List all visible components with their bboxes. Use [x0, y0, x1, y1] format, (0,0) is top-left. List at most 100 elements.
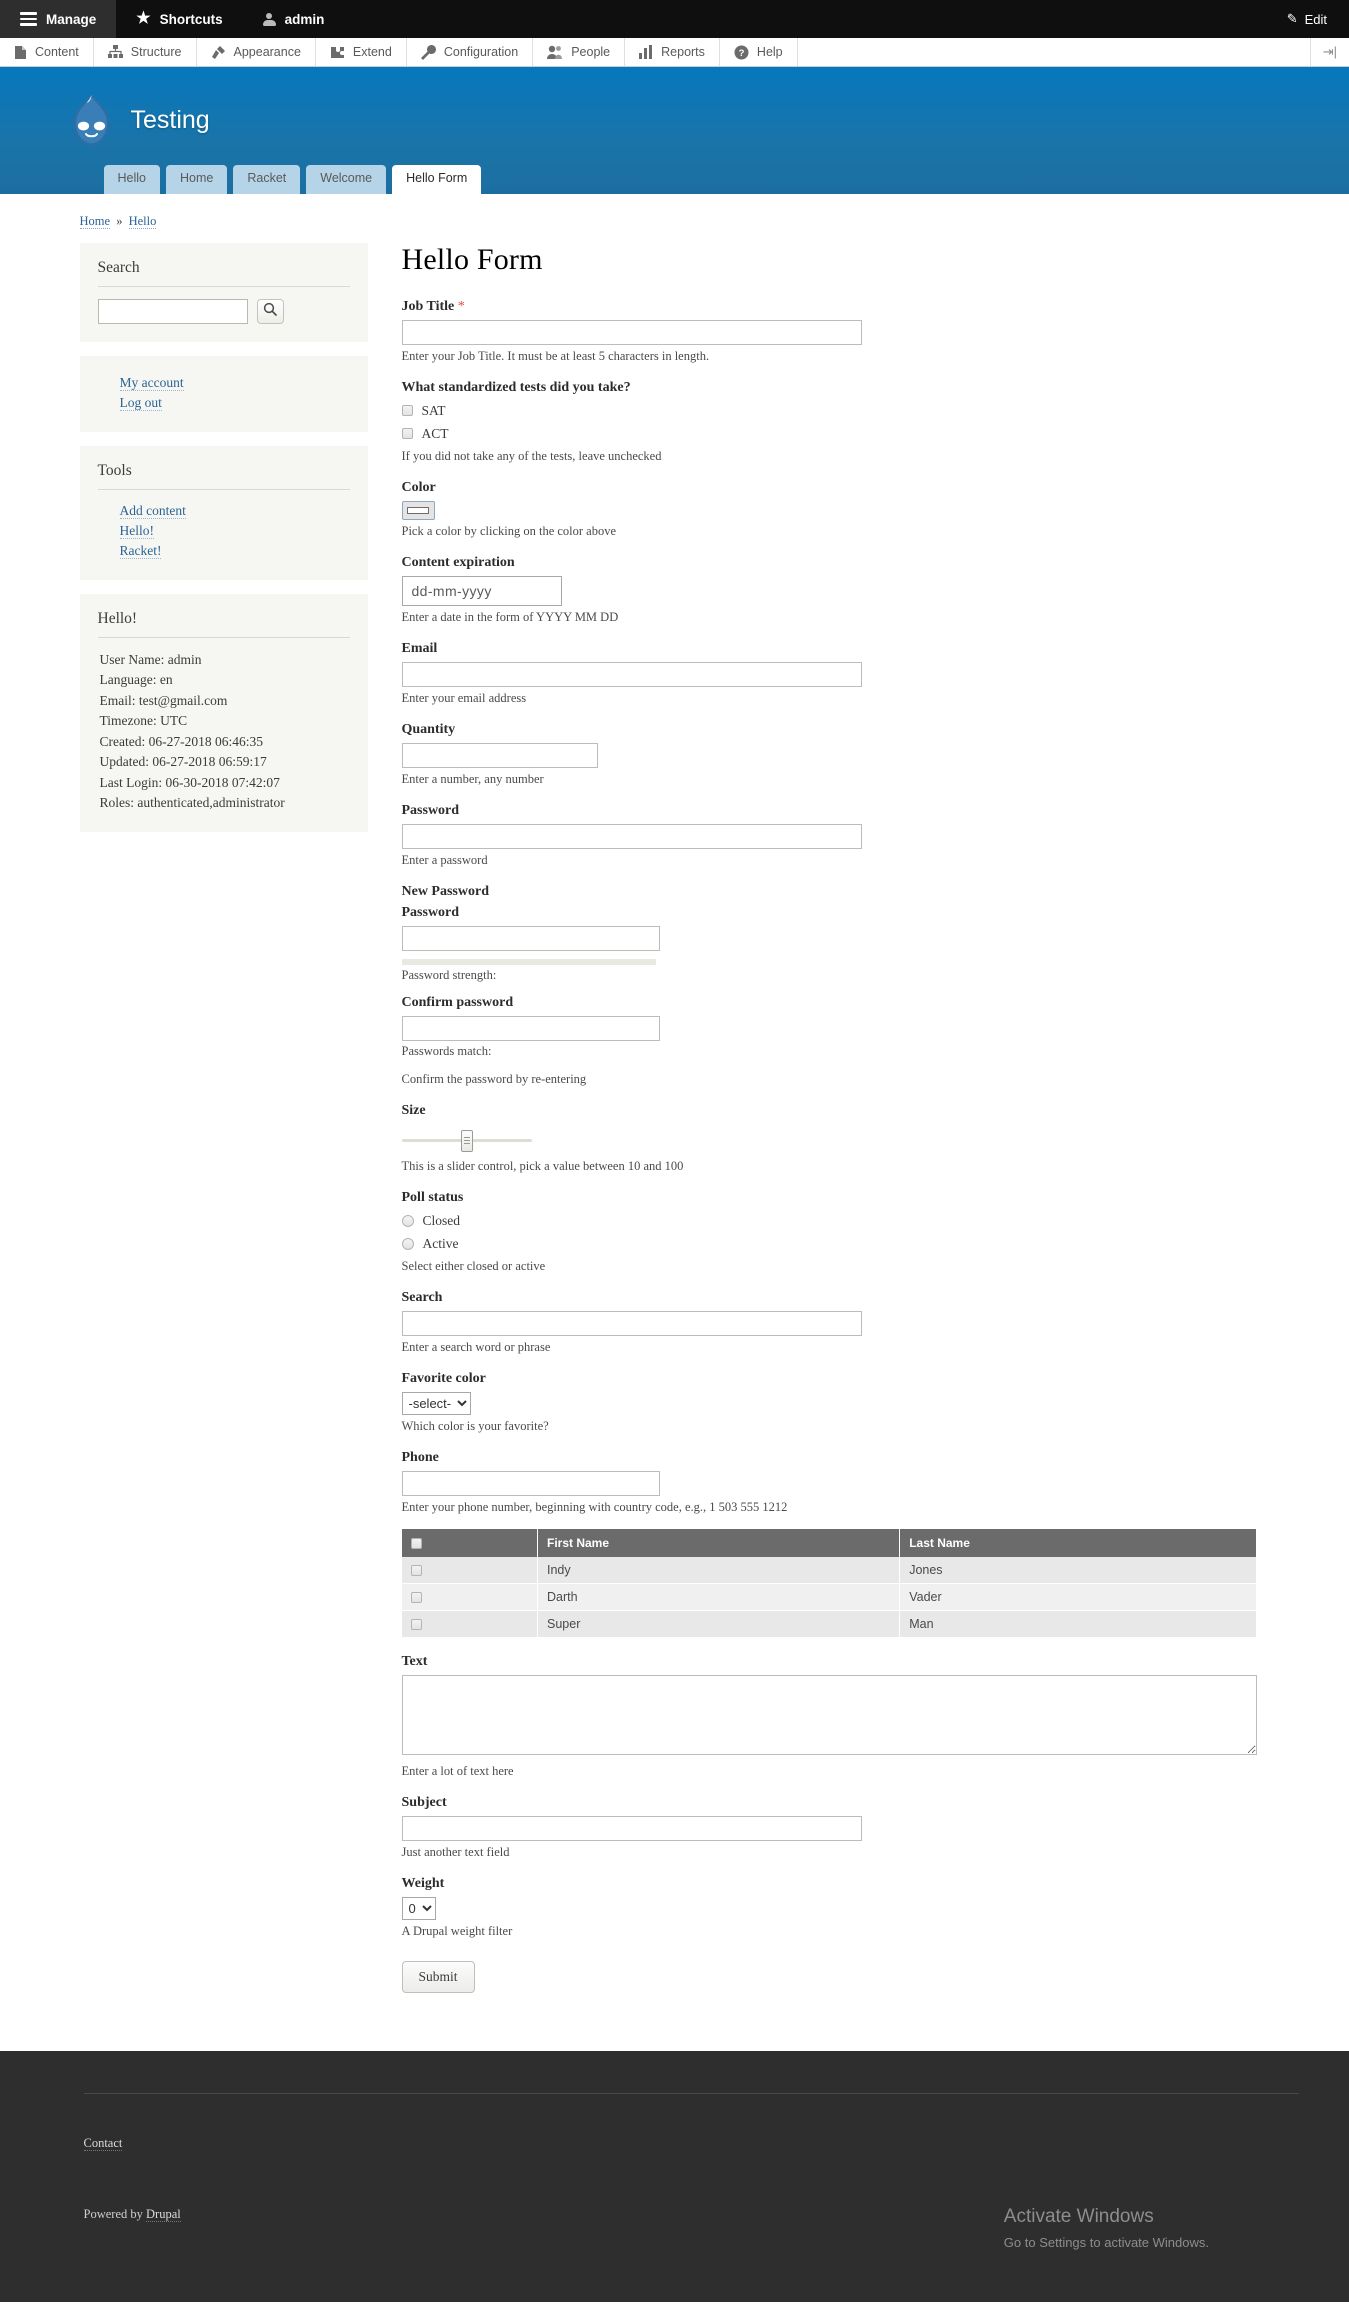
user-info-created: Created: 06-27-2018 06:46:35	[99, 733, 263, 749]
toolbar-manage-button[interactable]: Manage	[0, 0, 117, 38]
menu-item-reports[interactable]: Reports	[625, 38, 720, 66]
account-block: My account Log out	[79, 355, 368, 432]
tools-block-title: Tools	[97, 462, 350, 490]
favorite-color-select[interactable]: -select-	[401, 1391, 471, 1415]
job-title-input[interactable]	[401, 319, 862, 345]
site-header: Testing Hello Home Racket Welcome Hello …	[0, 67, 1349, 194]
act-checkbox[interactable]	[401, 428, 413, 439]
favorite-color-description: Which color is your favorite?	[401, 1418, 549, 1433]
menu-item-people[interactable]: People	[533, 38, 626, 66]
expiration-description: Enter a date in the form of YYYY MM DD	[401, 609, 619, 624]
color-picker-button[interactable]	[401, 500, 435, 520]
new-password-field[interactable]	[401, 925, 660, 951]
menu-item-configuration[interactable]: Configuration	[407, 38, 534, 66]
toolbar-manage-label: Manage	[46, 11, 97, 27]
radio-row-closed[interactable]: Closed	[401, 1213, 1310, 1229]
sidebar: Search My account Log out Tools Add cont…	[70, 242, 368, 846]
weight-select[interactable]: 0	[401, 1896, 436, 1920]
menu-item-help[interactable]: ? Help	[720, 38, 798, 66]
color-label: Color	[401, 479, 436, 495]
table-row: Indy Jones	[401, 1556, 1257, 1584]
sat-checkbox[interactable]	[401, 405, 413, 416]
racket-link[interactable]: Racket!	[119, 542, 162, 559]
field-job-title: Job Title * Enter your Job Title. It mus…	[401, 299, 1310, 364]
site-branding[interactable]: Testing	[70, 89, 1310, 151]
table-cell-last-name: Vader	[899, 1583, 1257, 1611]
password-field[interactable]	[401, 823, 862, 849]
job-title-label-text: Job Title	[401, 298, 455, 314]
job-title-label: Job Title *	[402, 299, 1310, 315]
sat-label: SAT	[421, 402, 446, 418]
quantity-label: Quantity	[401, 721, 456, 737]
breadcrumb-home-link[interactable]: Home	[79, 213, 111, 229]
slider-thumb[interactable]	[460, 1129, 473, 1152]
phone-input[interactable]	[401, 1470, 660, 1496]
log-out-link[interactable]: Log out	[119, 394, 162, 411]
nav-tab-home[interactable]: Home	[166, 165, 228, 194]
drupal-logo-icon	[70, 94, 113, 146]
nav-tab-welcome[interactable]: Welcome	[306, 165, 387, 194]
closed-radio[interactable]	[401, 1214, 414, 1227]
menu-item-structure[interactable]: Structure	[94, 38, 197, 66]
nav-tab-hello-form[interactable]: Hello Form	[392, 165, 482, 194]
help-icon: ?	[734, 45, 749, 60]
add-content-link[interactable]: Add content	[119, 502, 186, 519]
menu-item-extend[interactable]: Extend	[316, 38, 407, 66]
drupal-link[interactable]: Drupal	[146, 2206, 181, 2222]
menu-item-content[interactable]: Content	[0, 38, 94, 66]
field-favorite-color: Favorite color -select- Which color is y…	[401, 1371, 1310, 1434]
search-field-input[interactable]	[401, 1310, 862, 1336]
user-info-last-login: Last Login: 06-30-2018 07:42:07	[99, 774, 280, 790]
nav-tab-racket[interactable]: Racket	[233, 165, 301, 194]
row-checkbox[interactable]	[410, 1564, 422, 1576]
tray-orientation-icon[interactable]: ⇥|	[1323, 44, 1337, 60]
toolbar-user-button[interactable]: admin	[243, 0, 345, 38]
password-strength-bar	[401, 958, 656, 965]
nav-tab-hello[interactable]: Hello	[103, 165, 160, 194]
toolbar-tray-controls[interactable]: ⇥|	[1311, 38, 1349, 66]
select-all-checkbox[interactable]	[410, 1537, 422, 1549]
menu-item-appearance[interactable]: Appearance	[197, 38, 316, 66]
hello-link[interactable]: Hello!	[119, 522, 154, 539]
new-password-description: Confirm the password by re-entering	[401, 1071, 587, 1086]
expiration-date-input[interactable]	[401, 575, 562, 606]
search-input[interactable]	[97, 298, 248, 324]
subject-input[interactable]	[401, 1815, 862, 1841]
table-cell-first-name: Indy	[537, 1556, 901, 1584]
submit-button[interactable]: Submit	[401, 1960, 475, 1993]
contact-link[interactable]: Contact	[83, 2135, 123, 2151]
appearance-icon	[211, 45, 226, 60]
table-cell-first-name: Super	[537, 1610, 901, 1638]
field-subject: Subject Just another text field	[401, 1795, 1310, 1860]
site-footer: Contact Powered by Drupal Activate Windo…	[0, 2050, 1349, 2302]
quantity-input[interactable]	[401, 742, 598, 768]
search-submit-button[interactable]	[256, 298, 284, 324]
toolbar-shortcuts-button[interactable]: ★ Shortcuts	[116, 0, 242, 38]
checkbox-row-sat[interactable]: SAT	[401, 402, 1310, 419]
user-info-block-title: Hello!	[97, 610, 350, 638]
search-field-label: Search	[401, 1289, 443, 1305]
breadcrumb: Home » Hello	[70, 194, 1310, 243]
size-slider[interactable]	[401, 1129, 532, 1152]
toolbar-edit-label: Edit	[1304, 11, 1327, 27]
breadcrumb-current-link[interactable]: Hello	[128, 213, 157, 229]
tests-description: If you did not take any of the tests, le…	[401, 448, 662, 463]
main-content: Hello Form Job Title * Enter your Job Ti…	[390, 243, 1310, 1993]
email-field[interactable]	[401, 661, 862, 687]
active-radio[interactable]	[401, 1237, 414, 1250]
text-textarea[interactable]	[401, 1674, 1257, 1755]
my-account-link[interactable]: My account	[119, 374, 184, 391]
confirm-password-field[interactable]	[401, 1016, 660, 1041]
table-header-first-name: First Name	[537, 1528, 901, 1557]
table-cell-last-name: Jones	[899, 1556, 1257, 1584]
content-icon	[14, 45, 27, 60]
toolbar-user-label: admin	[284, 11, 325, 27]
row-checkbox[interactable]	[410, 1618, 422, 1630]
watermark-title: Activate Windows	[1003, 2205, 1154, 2227]
checkbox-row-act[interactable]: ACT	[401, 426, 1310, 442]
toolbar-edit-button[interactable]: ✎ Edit	[1265, 0, 1349, 38]
field-color: Color Pick a color by clicking on the co…	[401, 479, 1310, 539]
row-checkbox[interactable]	[410, 1591, 422, 1603]
radio-row-active[interactable]: Active	[401, 1236, 1310, 1252]
field-standardized-tests: What standardized tests did you take? SA…	[401, 380, 1310, 464]
